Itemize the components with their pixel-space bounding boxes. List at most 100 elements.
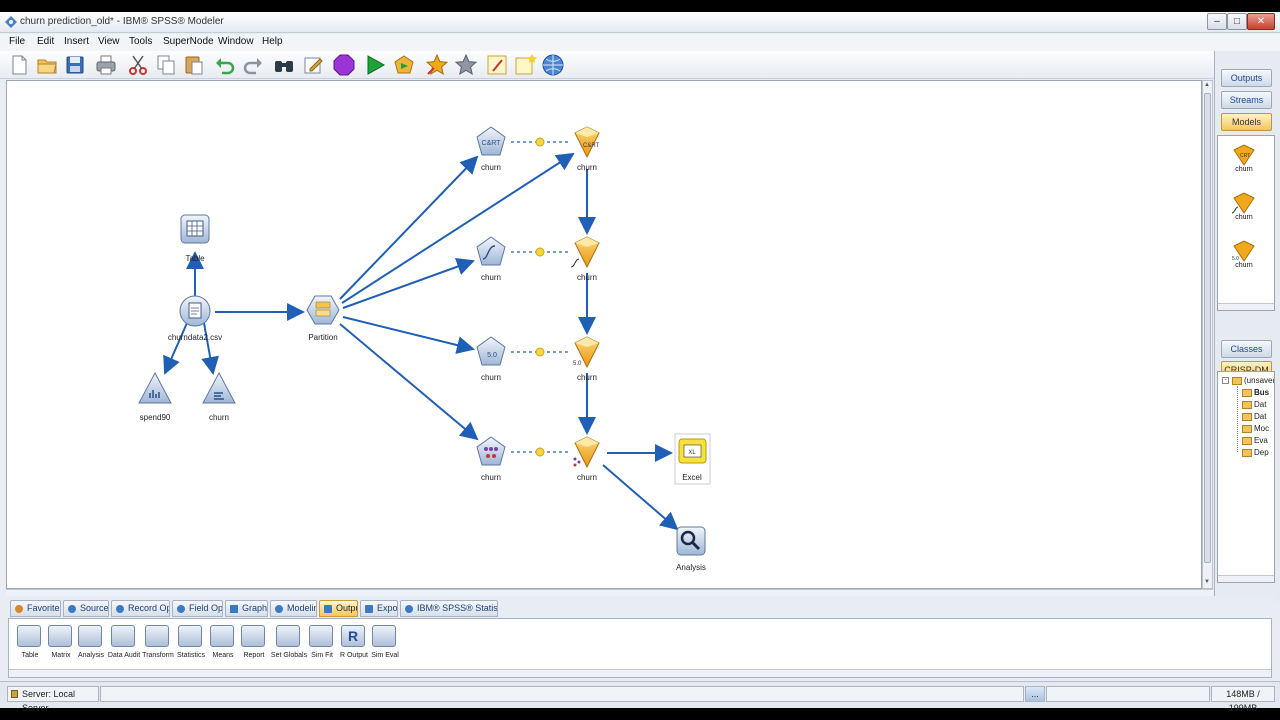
tree-item-data-understanding[interactable]: Dat <box>1254 400 1266 409</box>
stop-icon[interactable] <box>332 53 356 77</box>
model-item[interactable]: churn <box>1230 192 1260 226</box>
status-ellipsis-button[interactable]: ... <box>1025 686 1045 702</box>
minimize-button[interactable]: – <box>1207 13 1227 30</box>
open-icon[interactable] <box>35 53 59 77</box>
model-nugget-1[interactable]: C&RT churn <box>574 126 600 172</box>
model-item[interactable]: 5.0 churn <box>1230 240 1260 274</box>
node-palette: Favorites Sources Record Ops Field Ops G… <box>6 596 1274 680</box>
tree-root-label[interactable]: (unsaved <box>1244 376 1274 385</box>
spend90-graph-node[interactable]: spend90 <box>138 371 172 422</box>
menu-view[interactable]: View <box>98 36 120 47</box>
palette-node-analysis[interactable]: Analysis <box>74 619 108 669</box>
new-comment-icon[interactable] <box>513 53 537 77</box>
menu-insert[interactable]: Insert <box>64 36 89 47</box>
menu-tools[interactable]: Tools <box>129 36 152 47</box>
palette-scrollbar[interactable] <box>9 669 1271 677</box>
folder-icon <box>1242 413 1252 421</box>
copy-icon[interactable] <box>154 53 178 77</box>
tab-modeling[interactable]: Modeling <box>270 600 317 617</box>
model-nugget-2[interactable]: churn <box>570 236 600 282</box>
tree-expander[interactable]: - <box>1222 377 1229 384</box>
tab-sources[interactable]: Sources <box>63 600 109 617</box>
folder-icon <box>1242 389 1252 397</box>
tab-spss-statistics[interactable]: IBM® SPSS® Statistics <box>400 600 498 617</box>
scroll-thumb[interactable] <box>1204 93 1211 563</box>
c50-model-node[interactable]: 5.0 churn <box>476 336 506 382</box>
tab-output[interactable]: Output <box>319 600 358 617</box>
churn-graph-node[interactable]: churn <box>202 371 236 422</box>
scroll-up-arrow[interactable]: ▲ <box>1204 82 1211 90</box>
table-node[interactable]: Table <box>180 214 210 263</box>
tab-field-ops[interactable]: Field Ops <box>172 600 223 617</box>
print-icon[interactable] <box>94 53 118 77</box>
neural-model-node[interactable]: churn <box>476 436 506 482</box>
cart-model-node[interactable]: C&RT churn <box>476 126 506 172</box>
paste-icon[interactable] <box>182 53 206 77</box>
transform-icon <box>145 625 169 647</box>
palette-node-set-globals[interactable]: Set Globals <box>271 619 307 669</box>
palette-node-data-audit[interactable]: Data Audit <box>107 619 141 669</box>
tab-export[interactable]: Export <box>360 600 398 617</box>
models-scrollbar[interactable] <box>1218 303 1274 310</box>
palette-node-table[interactable]: Table <box>13 619 47 669</box>
palette-node-r-output[interactable]: RR Output <box>337 619 371 669</box>
source-node[interactable]: churndata2.csv <box>168 295 222 342</box>
model-item[interactable]: CRT churn <box>1230 144 1260 178</box>
tree-item-modeling[interactable]: Moc <box>1254 424 1269 433</box>
palette-node-report[interactable]: Report <box>237 619 271 669</box>
menu-file[interactable]: File <box>9 36 25 47</box>
menu-window[interactable]: Window <box>218 36 254 47</box>
close-button[interactable]: ✕ <box>1247 13 1275 30</box>
nugget-1-label: churn <box>577 163 597 172</box>
tab-outputs[interactable]: Outputs <box>1221 69 1272 87</box>
cut-icon[interactable] <box>126 53 150 77</box>
menu-supernode[interactable]: SuperNode <box>163 36 214 47</box>
menu-edit[interactable]: Edit <box>37 36 54 47</box>
server-status[interactable]: Server: Local Server <box>7 686 99 713</box>
tree-item-business[interactable]: Bus <box>1254 388 1269 397</box>
excel-export-node[interactable]: XL Excel <box>674 433 711 485</box>
new-stream-icon[interactable] <box>7 53 31 77</box>
undo-icon[interactable] <box>213 53 237 77</box>
edit-annotation-icon[interactable] <box>301 53 325 77</box>
model-nugget-4[interactable]: churn <box>573 436 600 482</box>
palette-node-statistics[interactable]: Statistics <box>174 619 208 669</box>
palette-node-transform[interactable]: Transform <box>141 619 175 669</box>
model-nugget-3[interactable]: 5.0 churn <box>573 336 600 382</box>
redo-icon[interactable] <box>241 53 265 77</box>
scroll-down-arrow[interactable]: ▼ <box>1204 579 1211 587</box>
folder-icon <box>1242 437 1252 445</box>
globe-icon[interactable] <box>541 53 565 77</box>
palette-node-sim-fit[interactable]: Sim Fit <box>305 619 339 669</box>
crisp-scrollbar[interactable] <box>1218 575 1274 582</box>
palette-node-matrix[interactable]: Matrix <box>44 619 78 669</box>
insert-comment-icon[interactable] <box>485 53 509 77</box>
maximize-button[interactable]: □ <box>1227 13 1247 30</box>
tab-classes[interactable]: Classes <box>1221 340 1272 358</box>
tab-favorites[interactable]: Favorites <box>10 600 61 617</box>
logistic-model-node[interactable]: churn <box>476 236 506 282</box>
find-icon[interactable] <box>272 53 296 77</box>
spss-app-icon <box>5 16 17 28</box>
run-selection-icon[interactable] <box>392 53 416 77</box>
tree-item-data-preparation[interactable]: Dat <box>1254 412 1266 421</box>
save-icon[interactable] <box>63 53 87 77</box>
star-icon[interactable] <box>454 53 478 77</box>
tab-models[interactable]: Models <box>1221 113 1272 131</box>
run-icon[interactable] <box>363 53 387 77</box>
tree-item-deployment[interactable]: Dep <box>1254 448 1269 457</box>
palette-node-means[interactable]: Means <box>206 619 240 669</box>
palette-node-sim-eval[interactable]: Sim Eval <box>368 619 402 669</box>
canvas-horizontal-scrollbar[interactable] <box>6 589 1213 596</box>
tab-streams[interactable]: Streams <box>1221 91 1272 109</box>
tab-graphs[interactable]: Graphs <box>225 600 268 617</box>
stream-canvas[interactable]: Table churndata2.csv spend90 churn Parti… <box>6 80 1202 589</box>
table-icon <box>17 625 41 647</box>
tree-item-evaluation[interactable]: Eva <box>1254 436 1268 445</box>
tab-record-ops[interactable]: Record Ops <box>111 600 170 617</box>
menu-help[interactable]: Help <box>262 36 283 47</box>
analysis-output-node[interactable]: Analysis <box>676 526 706 572</box>
canvas-vertical-scrollbar[interactable]: ▲ ▼ <box>1202 80 1213 589</box>
favorite-icon[interactable] <box>425 53 449 77</box>
partition-node[interactable]: Partition <box>306 295 340 342</box>
